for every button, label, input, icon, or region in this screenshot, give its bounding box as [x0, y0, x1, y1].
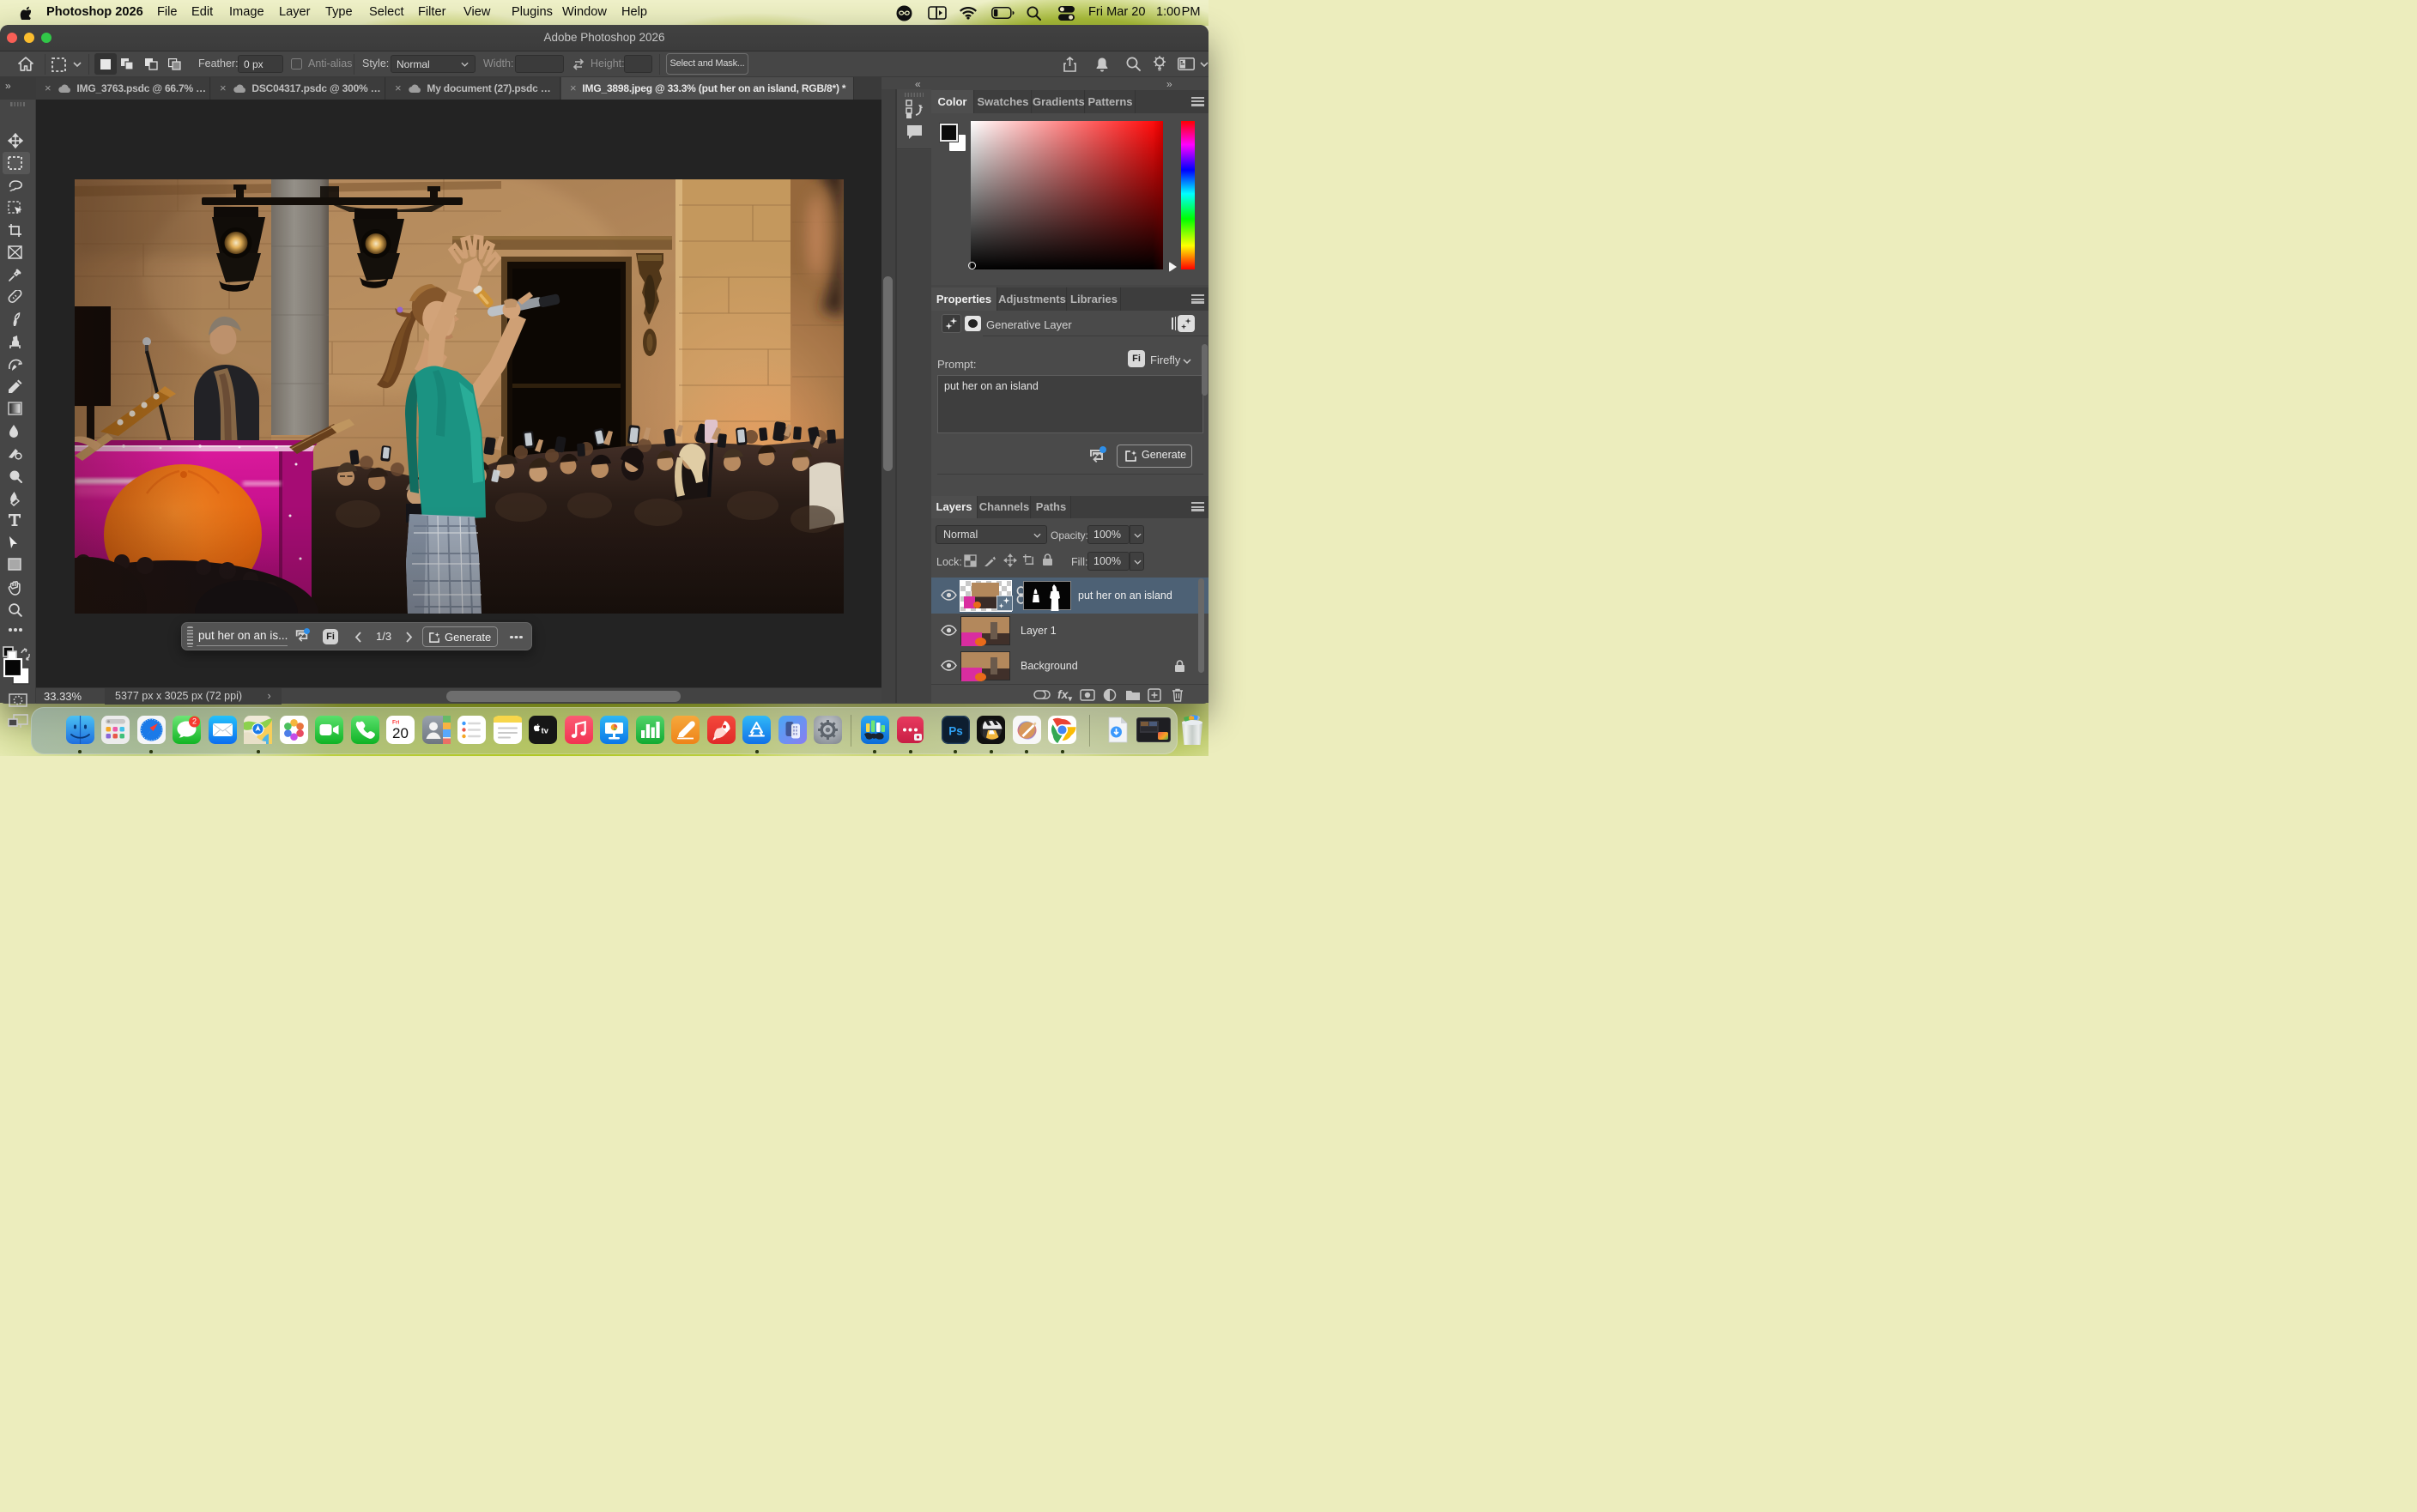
- svg-text:2: 2: [192, 717, 197, 726]
- svg-text:Ps: Ps: [948, 725, 963, 738]
- svg-text:tv: tv: [542, 726, 549, 735]
- svg-text:20: 20: [392, 725, 409, 741]
